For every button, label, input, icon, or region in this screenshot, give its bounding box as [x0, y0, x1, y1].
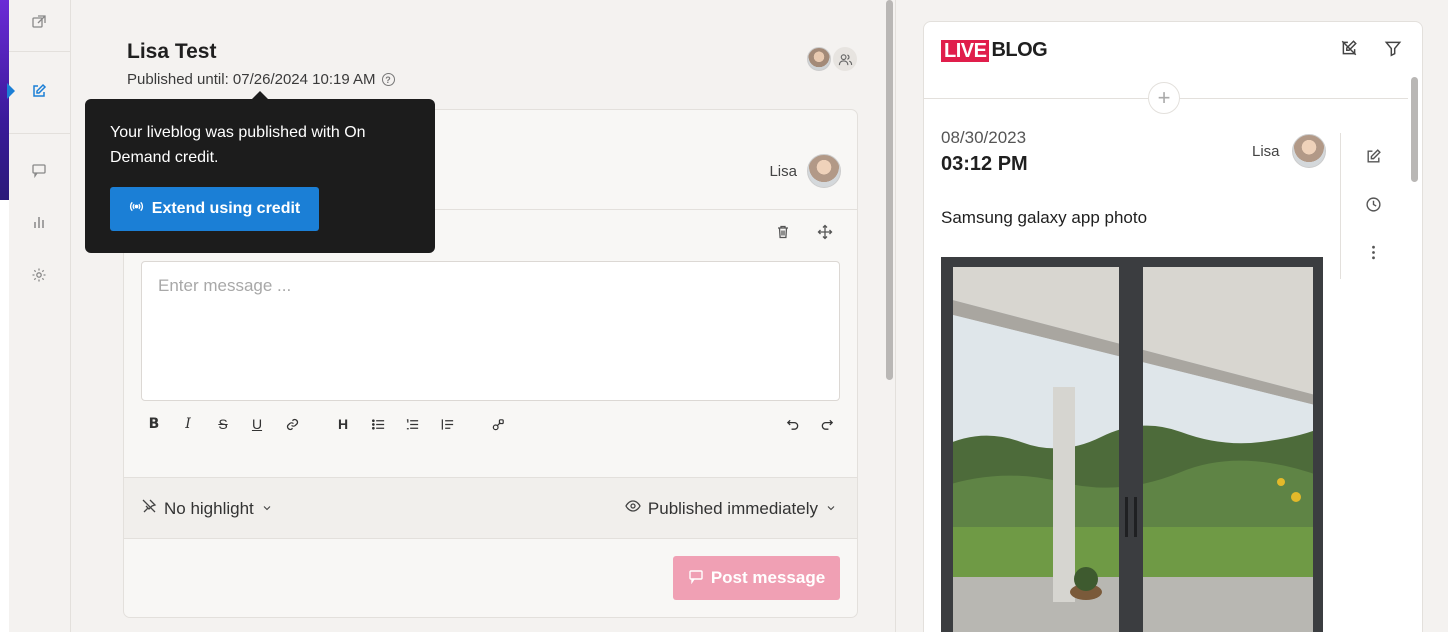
publish-timing-select[interactable]: Published immediately [625, 498, 837, 519]
rail-separator [9, 133, 71, 134]
composer-options: No highlight Published immediately [124, 477, 857, 539]
ordered-list-icon[interactable] [437, 414, 457, 434]
entry-date: 08/30/2023 [941, 128, 1027, 147]
editor-scrollbar[interactable] [884, 0, 896, 632]
strikethrough-button[interactable]: S [213, 414, 233, 434]
rail-separator [9, 51, 71, 52]
comment-icon[interactable] [29, 160, 49, 180]
avatar[interactable] [807, 47, 831, 71]
embed-icon[interactable] [488, 414, 508, 434]
eye-icon [625, 498, 641, 519]
highlight-select[interactable]: No highlight [141, 498, 273, 519]
message-input[interactable]: Enter message ... [141, 261, 840, 401]
numbered-list-icon[interactable] [402, 414, 422, 434]
composer-author: Lisa [769, 154, 841, 188]
active-item-marker [7, 83, 15, 99]
entry-actions-divider [1340, 133, 1341, 279]
entry-time: 03:12 PM [941, 153, 1028, 175]
logo-blog: BLOG [991, 39, 1048, 61]
edit-icon[interactable] [29, 81, 49, 101]
liveblog-logo: LIVE BLOG [941, 39, 1048, 62]
liveblog-preview: LIVE BLOG + 08/30/2023 03:12 PM Lisa Sam… [923, 21, 1423, 632]
highlight-off-icon [141, 498, 157, 519]
clock-icon[interactable] [1364, 195, 1382, 213]
avatar [807, 154, 841, 188]
app-edge-accent [0, 0, 9, 200]
entry-author-name: Lisa [1252, 142, 1280, 160]
publish-status: Published until: 07/26/2024 10:19 AM ? [127, 71, 395, 88]
credit-popover: Your liveblog was published with On Dema… [85, 91, 435, 253]
extend-credit-label: Extend using credit [151, 200, 301, 217]
trash-icon[interactable] [775, 224, 791, 245]
link-icon[interactable] [282, 414, 302, 434]
broadcast-icon [129, 199, 144, 219]
heading-button[interactable]: H [333, 414, 353, 434]
post-message-button[interactable]: Post message [673, 556, 840, 600]
scrollbar-thumb[interactable] [886, 0, 893, 380]
author-name: Lisa [769, 162, 797, 180]
entry-text: Samsung galaxy app photo [941, 208, 1148, 227]
chevron-down-icon [825, 499, 837, 519]
settings-icon[interactable] [29, 265, 49, 285]
users-icon[interactable] [833, 47, 857, 71]
formatting-toolbar: B I S U H [144, 414, 840, 434]
bold-button[interactable]: B [144, 414, 164, 434]
redo-icon[interactable] [817, 414, 837, 434]
popover-message: Your liveblog was published with On Dema… [110, 124, 366, 166]
italic-button[interactable]: I [178, 414, 198, 434]
entry-author: Lisa [1252, 134, 1326, 168]
icon-rail [7, 0, 71, 632]
page-title: Lisa Test [127, 40, 217, 63]
help-icon[interactable]: ? [381, 73, 395, 86]
scrollbar-thumb[interactable] [1411, 77, 1418, 182]
undo-icon[interactable] [782, 414, 802, 434]
bullet-list-icon[interactable] [368, 414, 388, 434]
add-entry-button[interactable]: + [1148, 82, 1180, 114]
move-icon[interactable] [817, 224, 833, 245]
more-options-icon[interactable] [1364, 243, 1382, 261]
edit-entry-icon[interactable] [1364, 147, 1382, 165]
chevron-down-icon [261, 499, 273, 519]
collaborators [807, 47, 857, 71]
extend-credit-button[interactable]: Extend using credit [110, 187, 319, 231]
highlight-label: No highlight [164, 498, 254, 518]
published-until-text: Published until: 07/26/2024 10:19 AM [127, 71, 376, 88]
avatar [1291, 134, 1326, 168]
analytics-icon[interactable] [29, 212, 49, 232]
filter-icon[interactable] [1384, 39, 1402, 62]
preview-scrollbar[interactable] [1408, 75, 1422, 632]
logo-live: LIVE [941, 39, 990, 62]
entry-photo [941, 257, 1323, 632]
underline-button[interactable]: U [247, 414, 267, 434]
external-link-icon[interactable] [29, 12, 49, 32]
app-edge-bottom [0, 200, 9, 632]
editor-panel: Lisa Test Published until: 07/26/2024 10… [71, 0, 882, 632]
message-icon [688, 568, 704, 589]
post-message-label: Post message [710, 568, 826, 587]
block-tools [775, 224, 833, 245]
publish-label: Published immediately [647, 498, 818, 518]
edit-off-icon[interactable] [1340, 39, 1358, 62]
preview-tools [1340, 39, 1402, 62]
